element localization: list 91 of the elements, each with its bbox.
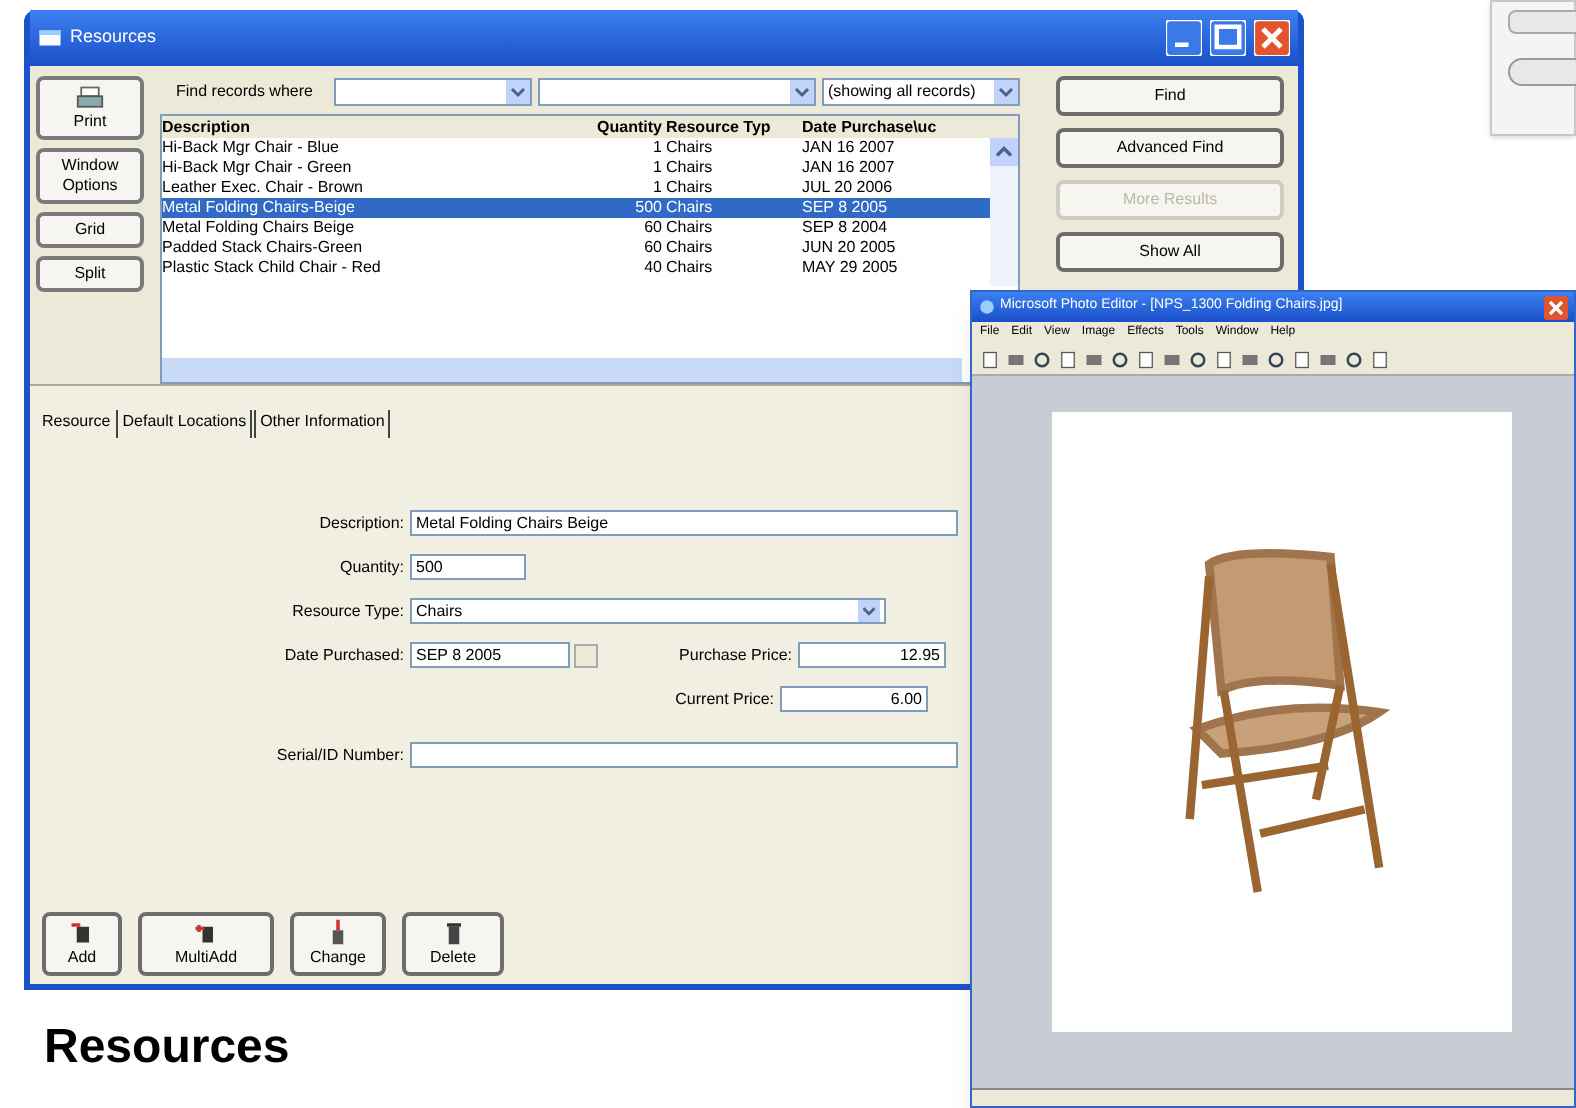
toolbar-button[interactable]: Split xyxy=(36,256,144,292)
table-row[interactable]: Leather Exec. Chair - Brown 1 Chairs JUL 20 2006 xyxy=(162,178,990,198)
table-row[interactable]: Hi-Back Mgr Chair - Blue 1 Chairs JAN 16 2007 xyxy=(162,138,990,158)
input-field[interactable]: 500 xyxy=(410,554,526,580)
field-label: Serial/ID Number: xyxy=(274,743,406,767)
field-label: Date Purchased: xyxy=(282,643,406,667)
field-value: Metal Folding Chairs Beige xyxy=(416,511,609,535)
table-cell-text: SEP 8 2005 xyxy=(802,198,890,218)
window-icon xyxy=(978,298,996,316)
table-cell-text: JUN 20 2005 xyxy=(802,238,898,258)
table-row[interactable]: Metal Folding Chairs-Beige 500 Chairs SEP 8 2005 xyxy=(162,198,990,218)
minimize-button[interactable] xyxy=(1166,20,1202,56)
table-cell-text: Chairs xyxy=(666,198,715,218)
table-cell-text: Padded Stack Chairs-Green xyxy=(162,238,365,258)
action-button[interactable]: Advanced Find xyxy=(1056,128,1284,168)
action-button[interactable]: Show All xyxy=(1056,232,1284,272)
table-cell-text: 1 xyxy=(651,138,664,158)
table-cell-text: Chairs xyxy=(666,178,715,198)
caption-heading: Resources xyxy=(44,1018,290,1078)
table-row[interactable]: Metal Folding Chairs Beige 60 Chairs SEP 8 2004 xyxy=(162,218,990,238)
table-cell-text: Chairs xyxy=(666,158,715,178)
table-cell-text: 60 xyxy=(642,218,664,238)
field-label: Resource Type: xyxy=(290,599,406,623)
input-field[interactable]: Chairs xyxy=(410,598,886,624)
maximize-button[interactable] xyxy=(1210,20,1246,56)
printer-icon xyxy=(76,84,104,112)
field-value: 500 xyxy=(416,555,443,579)
window-title: Resources xyxy=(70,24,159,51)
input-field[interactable]: SEP 8 2005 xyxy=(410,642,570,668)
table-cell-text: JAN 16 2007 xyxy=(802,158,897,178)
table-cell-text: Hi-Back Mgr Chair - Blue xyxy=(162,138,341,158)
dropdown-field[interactable] xyxy=(334,78,533,106)
table-cell-text: Hi-Back Mgr Chair - Green xyxy=(162,158,354,178)
dropdown-field[interactable]: (showing all records) xyxy=(821,78,1020,106)
table-row[interactable]: Padded Stack Chairs-Green 60 Chairs JUN 20 2005 xyxy=(162,238,990,258)
toolbar-button[interactable]: Change xyxy=(290,912,386,976)
scroll-up-icon[interactable] xyxy=(990,138,1018,166)
find-label: Find records where xyxy=(174,80,315,104)
toolbar-button[interactable]: Window Options xyxy=(36,148,144,204)
scrollbar[interactable] xyxy=(990,138,1018,286)
toolbar-button[interactable]: Add xyxy=(42,912,122,976)
table-cell-text: Chairs xyxy=(666,218,715,238)
table-cell-text: Chairs xyxy=(666,258,715,278)
field-label: Description: xyxy=(317,511,406,535)
table-cell-text: Leather Exec. Chair - Brown xyxy=(162,178,365,198)
input-field[interactable]: Metal Folding Chairs Beige xyxy=(410,510,958,536)
table-cell-text: 40 xyxy=(642,258,664,278)
toolbar-button[interactable]: MultiAdd xyxy=(138,912,274,976)
column-header[interactable]: Date Purchase\uc xyxy=(802,116,982,138)
table-row[interactable]: Plastic Stack Child Chair - Red 40 Chairs MAY 29 2005 xyxy=(162,258,990,278)
toolbar-button[interactable]: Grid xyxy=(36,212,144,248)
column-header[interactable]: Resource Typ xyxy=(666,116,802,138)
input-field[interactable] xyxy=(410,742,958,768)
input-field[interactable]: 6.00 xyxy=(780,686,928,712)
table-cell-text: MAY 29 2005 xyxy=(802,258,900,278)
table-cell-text: Plastic Stack Child Chair - Red xyxy=(162,258,383,278)
toolbar-button[interactable]: Print xyxy=(36,76,144,140)
scrollbar[interactable] xyxy=(162,358,962,382)
table-cell-text: 500 xyxy=(633,198,664,218)
dropdown-field[interactable] xyxy=(538,78,816,106)
window-icon xyxy=(38,26,62,50)
field-value: 12.95 xyxy=(899,643,940,667)
field-label: Quantity: xyxy=(337,555,406,579)
table-cell-text: Chairs xyxy=(666,138,715,158)
field-value: 6.00 xyxy=(890,687,922,711)
action-button: More Results xyxy=(1056,180,1284,220)
toolbar-button[interactable]: Delete xyxy=(402,912,504,976)
tab[interactable]: Default Locations xyxy=(116,410,253,438)
table-cell-text: 1 xyxy=(651,178,664,198)
table-cell-text: SEP 8 2004 xyxy=(802,218,890,238)
close-button[interactable] xyxy=(1254,20,1290,56)
table-cell-text: Metal Folding Chairs Beige xyxy=(162,218,357,238)
field-label: Purchase Price: xyxy=(677,643,794,667)
action-button[interactable]: Find xyxy=(1056,76,1284,116)
table-cell-text: 1 xyxy=(651,158,664,178)
column-header[interactable]: Description xyxy=(162,116,582,138)
table-cell-text: Chairs xyxy=(666,238,715,258)
dialog-control[interactable] xyxy=(1508,58,1576,86)
field-value: Chairs xyxy=(416,599,465,623)
table-cell-text: Metal Folding Chairs-Beige xyxy=(162,198,357,218)
dropdown-value: (showing all records) xyxy=(825,80,978,104)
table-cell-text: 60 xyxy=(642,238,664,258)
table-cell-text: JAN 16 2007 xyxy=(802,138,897,158)
close-button[interactable] xyxy=(1544,295,1568,319)
tab[interactable]: Other Information xyxy=(254,410,391,438)
input-field[interactable]: 12.95 xyxy=(798,642,946,668)
field-label: Current Price: xyxy=(673,687,776,711)
table-row[interactable]: Hi-Back Mgr Chair - Green 1 Chairs JAN 16 2007 xyxy=(162,158,990,178)
field-value: SEP 8 2005 xyxy=(416,643,502,667)
column-header[interactable]: Quantity xyxy=(582,116,666,138)
table-cell-text: JUL 20 2006 xyxy=(802,178,895,198)
